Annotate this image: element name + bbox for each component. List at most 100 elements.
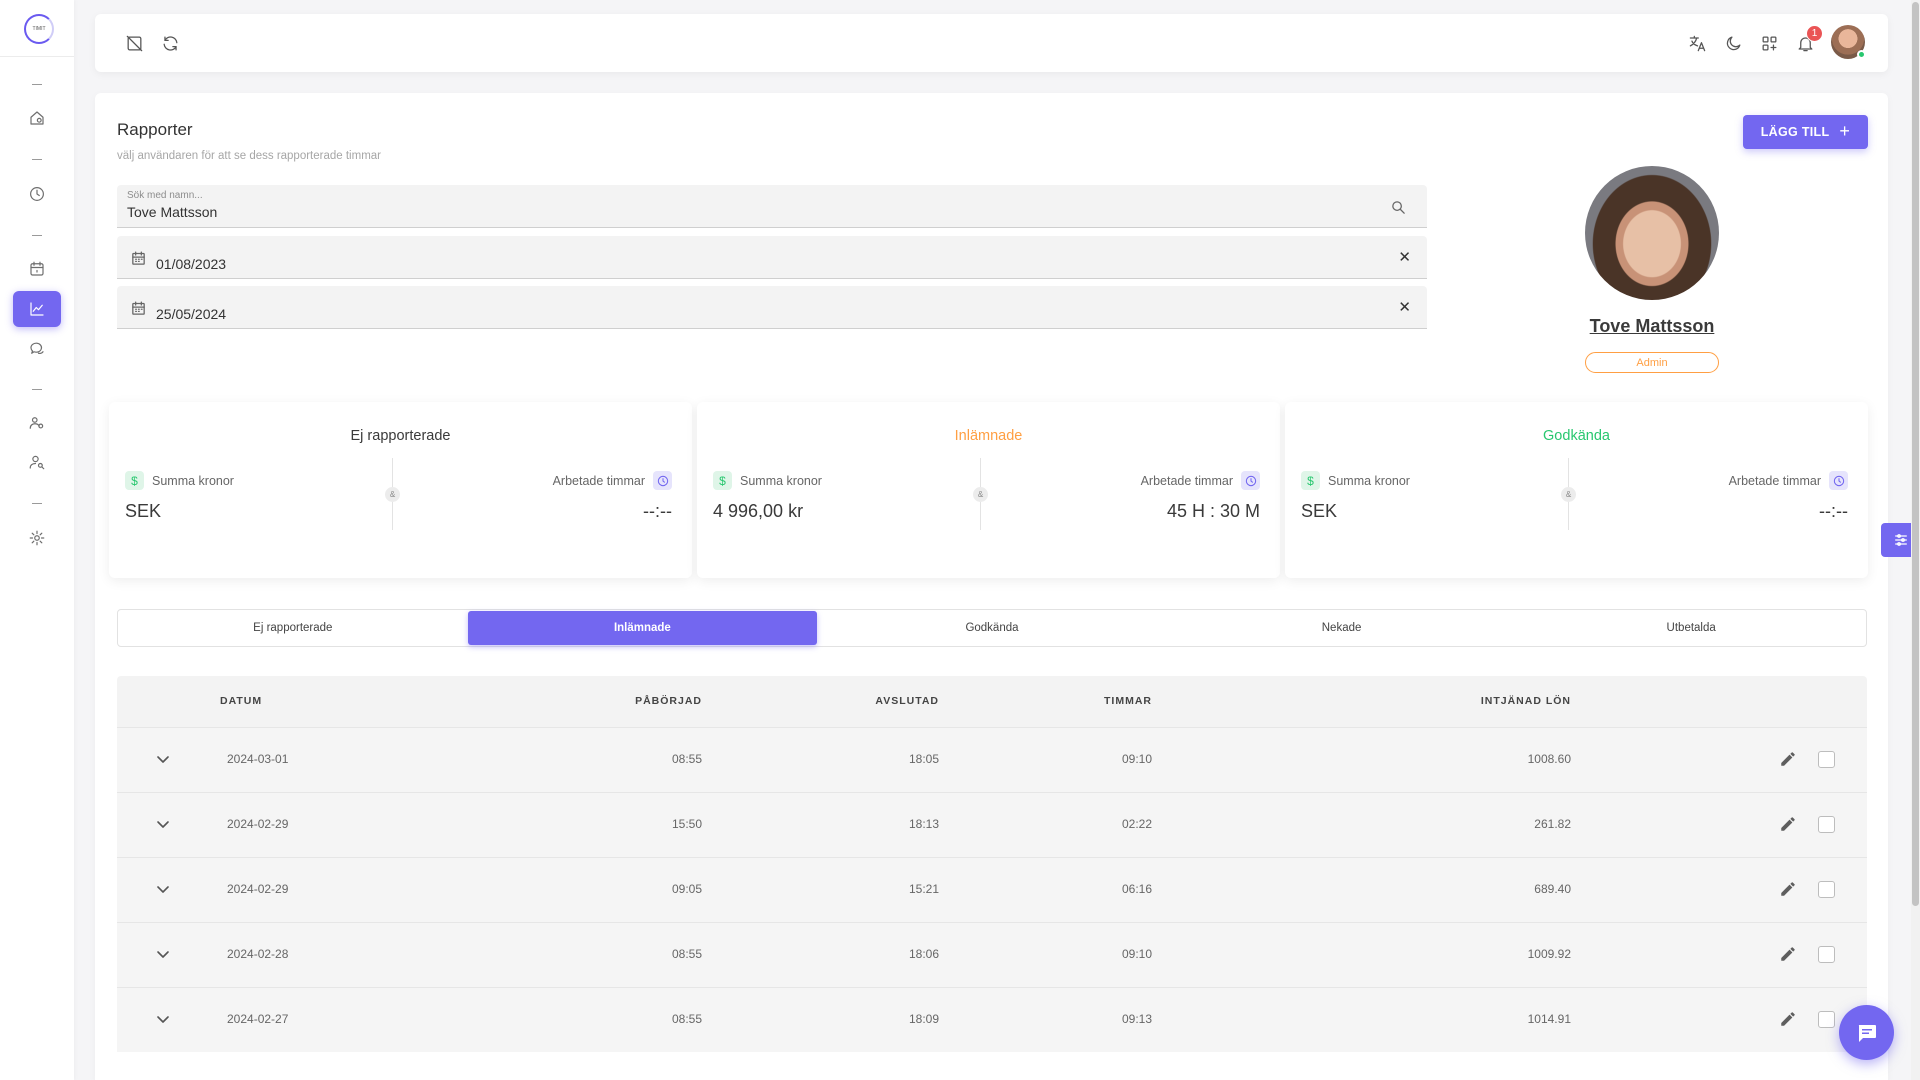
column-header-date[interactable]: DATUM [220,695,262,707]
nav-separator [32,84,42,85]
dollar-icon: $ [125,471,144,490]
unlink-button[interactable] [123,32,145,54]
plus-icon: + [1839,120,1851,141]
nav-separator [32,159,42,160]
stat-card-not-reported: Ej rapporterade $ Summa kronor Arbetade t… [109,402,692,578]
table-row[interactable]: 2024-02-29 09:05 15:21 06:16 689.40 [117,857,1867,922]
logo-text: TIMIT [32,26,46,32]
row-checkbox[interactable] [1818,1011,1835,1028]
date-to-input[interactable]: 25/05/2024 [156,306,226,322]
hours-value: --:-- [643,501,672,521]
chat-button[interactable] [1839,1005,1894,1060]
edit-pencil-icon[interactable] [1779,750,1797,768]
top-bar: 1 [95,14,1888,72]
cell-hours: 09:13 [1121,1012,1152,1026]
refresh-button[interactable] [159,32,181,54]
language-button[interactable] [1686,32,1708,54]
cell-date: 2024-02-27 [227,1012,289,1026]
clear-date-from-icon[interactable]: ✕ [1398,248,1411,266]
date-from-input[interactable]: 01/08/2023 [156,256,226,272]
sidebar-item-time[interactable] [13,176,61,212]
edit-pencil-icon[interactable] [1779,945,1797,963]
tab-paid[interactable]: Utbetalda [1516,610,1866,646]
calendar-icon [129,249,147,267]
unlink-icon [126,35,142,51]
user-avatar[interactable] [1831,25,1866,59]
column-header-hours[interactable]: TIMMAR [1104,695,1152,707]
date-from-field[interactable]: 01/08/2023 ✕ [117,236,1427,279]
notification-badge: 1 [1806,25,1823,42]
cell-date: 2024-03-01 [227,752,289,766]
ampersand-badge: & [385,487,400,502]
sidebar-item-user-search[interactable] [13,444,61,480]
sidebar-item-calendar[interactable] [13,251,61,287]
edit-pencil-icon[interactable] [1779,880,1797,898]
date-to-field[interactable]: 25/05/2024 ✕ [117,286,1427,329]
column-header-ended[interactable]: AVSLUTAD [875,695,939,707]
table-row[interactable]: 2024-02-27 08:55 18:09 09:13 1014.91 [117,987,1867,1052]
row-checkbox[interactable] [1818,816,1835,833]
sidebar: TIMIT [0,0,74,1080]
row-checkbox[interactable] [1818,946,1835,963]
stat-title: Godkända [1543,428,1610,444]
sum-value: 4 996,00 kr [713,501,804,521]
dollar-icon: $ [713,471,732,490]
scrollbar-thumb[interactable] [1912,2,1919,906]
chevron-down-icon[interactable] [156,947,170,961]
tab-approved[interactable]: Godkända [817,610,1167,646]
gear-icon [29,530,45,546]
nav-separator [32,389,42,390]
hours-label: Arbetade timmar [1729,471,1848,490]
search-field[interactable]: Sök med namn... Tove Mattsson [117,185,1427,228]
cell-ended: 18:05 [908,752,939,766]
notifications-button[interactable]: 1 [1794,25,1823,54]
translate-icon [1689,35,1705,51]
column-header-earned-salary[interactable]: INTJÄNAD LÖN [1481,695,1571,707]
row-checkbox[interactable] [1818,751,1835,768]
app-logo[interactable]: TIMIT [24,14,54,44]
cell-date: 2024-02-29 [227,882,289,896]
add-button[interactable]: LÄGG TILL + [1743,115,1868,149]
cell-earned-salary: 1008.60 [1527,752,1571,766]
chevron-down-icon[interactable] [156,1012,170,1026]
online-status-dot [1857,50,1866,59]
table-row[interactable]: 2024-02-28 08:55 18:06 09:10 1009.92 [117,922,1867,987]
sum-label: $ Summa kronor [125,471,234,490]
table-row[interactable]: 2024-03-01 08:55 18:05 09:10 1008.60 [117,727,1867,792]
row-checkbox[interactable] [1818,881,1835,898]
hours-label: Arbetade timmar [1141,471,1260,490]
sidebar-item-home[interactable] [13,100,61,136]
column-header-started[interactable]: PÅBÖRJAD [635,695,702,707]
table-row[interactable]: 2024-02-29 15:50 18:13 02:22 261.82 [117,792,1867,857]
chevron-down-icon[interactable] [156,882,170,896]
tab-submitted[interactable]: Inlämnade [467,611,818,645]
tab-rejected[interactable]: Nekade [1167,610,1517,646]
clock-icon [653,471,672,490]
edit-pencil-icon[interactable] [1779,815,1797,833]
chevron-down-icon[interactable] [156,817,170,831]
moon-icon [1726,36,1740,50]
chevron-down-icon[interactable] [156,752,170,766]
sliders-icon [1894,534,1907,546]
add-button-label: LÄGG TILL [1760,125,1830,139]
page-scrollbar[interactable] [1911,0,1920,1080]
sum-value: SEK [1301,501,1338,521]
cell-ended: 18:09 [908,1012,939,1026]
tab-not-reported[interactable]: Ej rapporterade [118,610,468,646]
clear-date-to-icon[interactable]: ✕ [1398,298,1411,316]
dark-mode-toggle[interactable] [1722,32,1744,54]
search-input[interactable]: Tove Mattsson [127,204,217,220]
search-icon[interactable] [1389,198,1407,216]
stat-title: Inlämnade [954,428,1023,444]
apps-add-icon [1762,36,1776,50]
cell-hours: 09:10 [1121,947,1152,961]
sidebar-item-reports[interactable] [13,291,61,327]
sidebar-item-chat[interactable] [13,330,61,366]
profile-name-link[interactable]: Tove Mattsson [1585,316,1719,337]
dollar-icon: $ [1301,471,1320,490]
edit-pencil-icon[interactable] [1779,1010,1797,1028]
apps-button[interactable] [1758,32,1780,54]
sidebar-item-team[interactable] [13,405,61,441]
sidebar-item-settings[interactable] [13,520,61,556]
table-header: DATUM PÅBÖRJAD AVSLUTAD TIMMAR INTJÄNAD … [117,676,1867,727]
